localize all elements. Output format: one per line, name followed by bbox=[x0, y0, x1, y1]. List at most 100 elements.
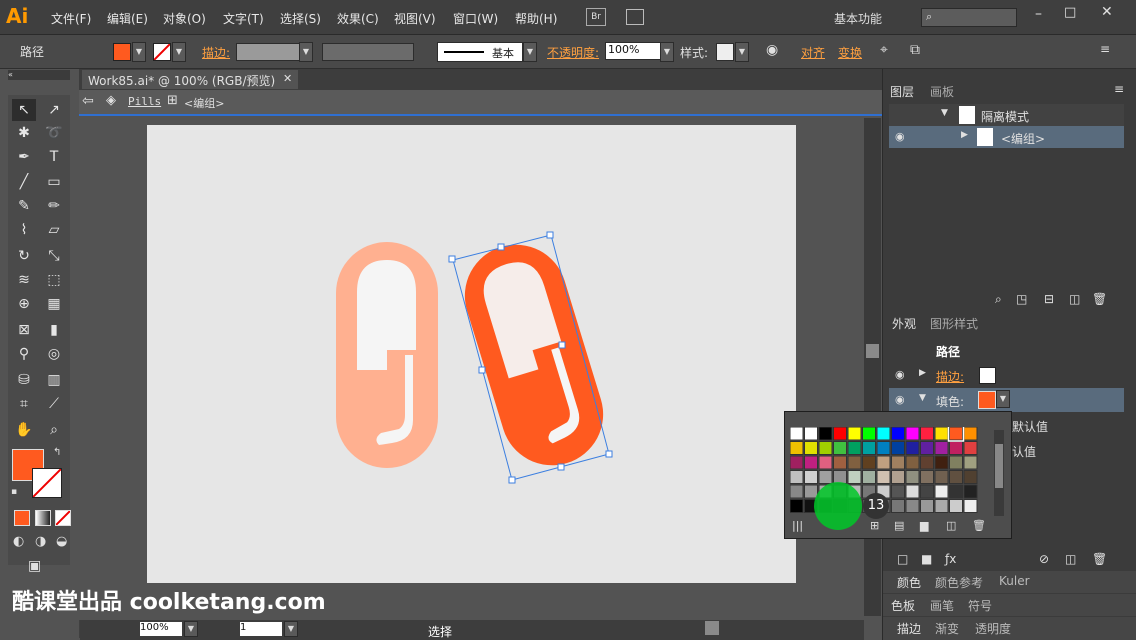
appearance-tab[interactable]: 外观 bbox=[888, 314, 920, 334]
blend-tool[interactable]: ◎ bbox=[42, 343, 66, 365]
swatch-cell[interactable] bbox=[920, 441, 934, 455]
recolor-icon[interactable]: ◉ bbox=[766, 42, 778, 58]
perspective-grid-tool[interactable]: ▦ bbox=[42, 293, 66, 315]
lasso-tool[interactable]: ➰ bbox=[42, 122, 66, 144]
appearance-fill-swatch[interactable] bbox=[978, 391, 996, 409]
menu-object[interactable]: 对象(O) bbox=[163, 10, 206, 27]
style-dropdown[interactable]: ▼ bbox=[735, 42, 749, 62]
add-effect-icon[interactable]: ƒx bbox=[945, 552, 956, 566]
swatch-cell[interactable] bbox=[790, 499, 804, 513]
swatch-cell[interactable] bbox=[905, 470, 920, 484]
swatch-libraries-icon[interactable]: ||| bbox=[792, 519, 803, 532]
visibility-eye-icon[interactable]: ◉ bbox=[895, 368, 905, 381]
swatch-cell[interactable] bbox=[862, 441, 876, 455]
color-mode-button[interactable] bbox=[14, 510, 30, 526]
panel-menu-icon[interactable]: ≡ bbox=[1100, 42, 1110, 56]
expand-triangle-icon[interactable]: ▶ bbox=[919, 368, 926, 378]
new-sublayer-icon[interactable]: ⊟ bbox=[1044, 292, 1054, 306]
new-swatch-icon[interactable]: ◫ bbox=[946, 519, 956, 532]
brush-dropdown[interactable]: ▼ bbox=[523, 42, 537, 62]
artboard-dropdown[interactable]: ▼ bbox=[284, 621, 298, 637]
default-colors-icon[interactable]: ▪ bbox=[11, 487, 17, 497]
zoom-tool[interactable]: ⌕ bbox=[42, 419, 66, 441]
swatch-scrollbar[interactable] bbox=[994, 430, 1004, 516]
layer-row-isolation[interactable]: ▼ 隔离模式 bbox=[889, 104, 1124, 126]
stroke-weight-dropdown[interactable]: ▼ bbox=[299, 42, 313, 62]
swatch-cell[interactable] bbox=[790, 484, 804, 499]
graphic-styles-tab[interactable]: 图形样式 bbox=[926, 314, 982, 334]
opacity-input[interactable]: 100% bbox=[605, 42, 661, 60]
free-transform-tool[interactable]: ⬚ bbox=[42, 269, 66, 291]
screen-mode-icon[interactable]: ▣ bbox=[28, 558, 41, 574]
arrange-icon[interactable]: ⧉ bbox=[910, 42, 920, 58]
rotate-tool[interactable]: ↻ bbox=[12, 245, 36, 267]
swatch-cell[interactable] bbox=[818, 441, 833, 455]
close-button[interactable]: ✕ bbox=[1101, 4, 1113, 20]
swatch-cell[interactable] bbox=[949, 470, 963, 484]
fill-dropdown[interactable]: ▼ bbox=[132, 42, 146, 62]
stroke-swatch[interactable] bbox=[153, 43, 171, 61]
swatch-cell[interactable] bbox=[862, 470, 876, 484]
isolate-icon[interactable]: ⌖ bbox=[880, 42, 888, 58]
transform-link[interactable]: 变换 bbox=[838, 44, 862, 61]
symbols-tab[interactable]: 符号 bbox=[968, 597, 992, 614]
pill-right[interactable] bbox=[452, 232, 616, 478]
swatch-options-icon[interactable]: ▤ bbox=[894, 519, 904, 532]
vertical-scroll-thumb[interactable] bbox=[866, 344, 879, 358]
swatch-cell[interactable] bbox=[790, 455, 804, 470]
artboard-tool[interactable]: ⌗ bbox=[12, 393, 36, 415]
swatch-cell[interactable] bbox=[790, 470, 804, 484]
appearance-fill-row[interactable]: ◉ ▼ 填色: ▼ bbox=[889, 388, 1124, 412]
appearance-stroke-row[interactable]: ◉ ▶ 描边: bbox=[889, 364, 1124, 386]
layer-row-group[interactable]: ◉ ▶ <编组> bbox=[889, 126, 1124, 148]
scale-tool[interactable]: ⤡ bbox=[42, 245, 66, 267]
swatch-cell[interactable] bbox=[934, 484, 949, 499]
menu-effect[interactable]: 效果(C) bbox=[337, 10, 379, 27]
color-tab[interactable]: 颜色 bbox=[897, 574, 921, 591]
gradient-tab[interactable]: 渐变 bbox=[935, 620, 959, 637]
arrange-documents-icon[interactable] bbox=[626, 9, 644, 25]
add-fill-icon[interactable]: ■ bbox=[921, 552, 932, 566]
selection-tool[interactable]: ↖ bbox=[12, 99, 36, 121]
swatch-cell[interactable] bbox=[847, 455, 862, 470]
swatch-cell[interactable] bbox=[804, 427, 818, 441]
shape-builder-tool[interactable]: ⊕ bbox=[12, 293, 36, 315]
swatch-cell[interactable] bbox=[934, 441, 949, 455]
gradient-mode-button[interactable] bbox=[35, 510, 51, 526]
search-input[interactable]: ⌕ bbox=[921, 8, 1017, 27]
graphic-style-swatch[interactable] bbox=[716, 43, 734, 61]
appearance-stroke-swatch[interactable] bbox=[979, 367, 996, 384]
paintbrush-tool[interactable]: ✎ bbox=[12, 195, 36, 217]
gradient-tool[interactable]: ▮ bbox=[42, 319, 66, 341]
swatches-tab[interactable]: 色板 bbox=[891, 597, 915, 614]
menu-window[interactable]: 窗口(W) bbox=[453, 10, 498, 27]
eraser-tool[interactable]: ▱ bbox=[42, 219, 66, 241]
maximize-button[interactable]: □ bbox=[1064, 5, 1076, 20]
appearance-fill-dropdown[interactable]: ▼ bbox=[996, 390, 1010, 408]
swatch-cell[interactable] bbox=[905, 455, 920, 470]
swatch-cell[interactable] bbox=[833, 455, 847, 470]
pencil-tool[interactable]: ✏ bbox=[42, 195, 66, 217]
swatch-cell[interactable] bbox=[934, 427, 949, 441]
swatch-cell[interactable] bbox=[949, 484, 963, 499]
swatch-cell[interactable] bbox=[963, 499, 978, 513]
zoom-dropdown[interactable]: ▼ bbox=[184, 621, 198, 637]
document-tab[interactable]: Work85.ai* @ 100% (RGB/预览) ✕ bbox=[82, 70, 298, 89]
swatch-cell[interactable] bbox=[862, 455, 876, 470]
opacity-link[interactable]: 不透明度: bbox=[547, 44, 599, 61]
brushes-tab[interactable]: 画笔 bbox=[930, 597, 954, 614]
swatch-cell[interactable] bbox=[891, 455, 905, 470]
swatch-cell[interactable] bbox=[963, 441, 978, 455]
kuler-tab[interactable]: Kuler bbox=[999, 574, 1030, 588]
visibility-eye-icon[interactable]: ◉ bbox=[895, 393, 905, 406]
menu-help[interactable]: 帮助(H) bbox=[515, 10, 557, 27]
breadcrumb-layer[interactable]: Pills bbox=[128, 95, 161, 108]
zoom-input[interactable]: 100% bbox=[140, 622, 182, 636]
swatch-cell[interactable] bbox=[804, 441, 818, 455]
swatch-cell[interactable] bbox=[920, 470, 934, 484]
swatch-cell[interactable] bbox=[920, 499, 934, 513]
swatch-cell[interactable] bbox=[963, 484, 978, 499]
swatch-cell[interactable] bbox=[920, 455, 934, 470]
visibility-eye-icon[interactable]: ◉ bbox=[895, 130, 905, 143]
swatch-cell[interactable] bbox=[891, 427, 905, 441]
